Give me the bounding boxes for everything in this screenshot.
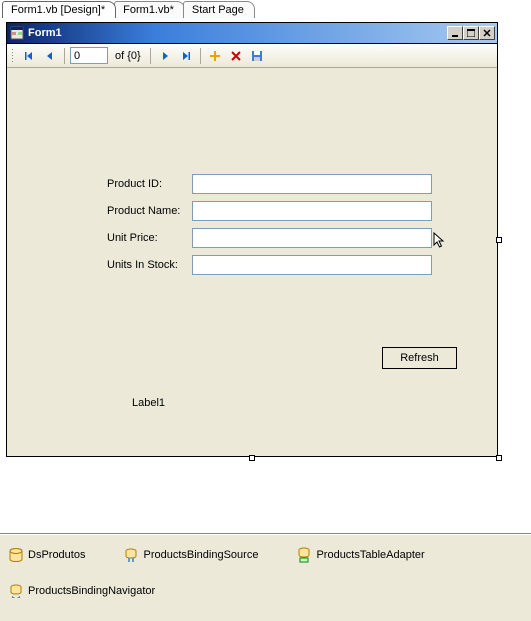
unit-price-label: Unit Price: <box>107 232 192 244</box>
field-row: Product ID: <box>107 174 432 194</box>
binding-navigator: of {0} <box>7 44 497 68</box>
tableadapter-icon <box>296 547 312 563</box>
resize-handle-bottom[interactable] <box>249 455 255 461</box>
product-id-input[interactable] <box>192 174 432 194</box>
component-label: ProductsTableAdapter <box>316 549 424 561</box>
tab-form-design[interactable]: Form1.vb [Design]* <box>2 1 116 18</box>
move-previous-button[interactable] <box>41 47 59 65</box>
units-in-stock-label: Units In Stock: <box>107 259 192 271</box>
toolbar-grip[interactable] <box>11 48 14 64</box>
component-bindingnavigator[interactable]: ProductsBindingNavigator <box>8 583 155 599</box>
component-dsprodutos[interactable]: DsProdutos <box>8 547 85 563</box>
product-name-label: Product Name: <box>107 205 192 217</box>
component-label: DsProdutos <box>28 549 85 561</box>
component-label: ProductsBindingNavigator <box>28 585 155 597</box>
move-last-button[interactable] <box>177 47 195 65</box>
form-titlebar: Form1 <box>6 22 498 44</box>
resize-handle-right[interactable] <box>496 237 502 243</box>
minimize-button[interactable] <box>447 26 463 40</box>
component-tableadapter[interactable]: ProductsTableAdapter <box>296 547 424 563</box>
position-input[interactable] <box>70 47 108 64</box>
separator <box>150 48 151 64</box>
delete-button[interactable] <box>227 47 245 65</box>
form-window: Form1 <box>6 22 498 457</box>
document-tabs: Form1.vb [Design]* Form1.vb* Start Page <box>0 0 531 18</box>
field-row: Unit Price: <box>107 228 432 248</box>
component-tray[interactable]: DsProdutos ProductsBindingSource Product… <box>0 535 531 621</box>
move-first-button[interactable] <box>20 47 38 65</box>
tab-form-code[interactable]: Form1.vb* <box>114 1 185 18</box>
form-icon <box>10 26 24 40</box>
product-name-input[interactable] <box>192 201 432 221</box>
field-row: Product Name: <box>107 201 432 221</box>
resize-handle-corner[interactable] <box>496 455 502 461</box>
dataset-icon <box>8 547 24 563</box>
component-label: ProductsBindingSource <box>143 549 258 561</box>
separator <box>64 48 65 64</box>
tab-start-page[interactable]: Start Page <box>183 1 255 18</box>
form-client-area[interactable]: of {0} <box>6 44 498 457</box>
bindingsource-icon <box>123 547 139 563</box>
separator <box>200 48 201 64</box>
design-surface[interactable]: Form1 <box>0 18 531 533</box>
titlebar-buttons <box>447 26 495 40</box>
maximize-button[interactable] <box>463 26 479 40</box>
close-button[interactable] <box>479 26 495 40</box>
form-title: Form1 <box>28 27 447 39</box>
component-bindingsource[interactable]: ProductsBindingSource <box>123 547 258 563</box>
add-new-button[interactable] <box>206 47 224 65</box>
bindingnavigator-icon <box>8 583 24 599</box>
refresh-button[interactable]: Refresh <box>382 347 457 369</box>
move-next-button[interactable] <box>156 47 174 65</box>
save-button[interactable] <box>248 47 266 65</box>
count-label: of {0} <box>111 50 145 62</box>
field-row: Units In Stock: <box>107 255 432 275</box>
unit-price-input[interactable] <box>192 228 432 248</box>
units-in-stock-input[interactable] <box>192 255 432 275</box>
product-id-label: Product ID: <box>107 178 192 190</box>
form-fields: Product ID: Product Name: Unit Price: Un… <box>107 174 432 282</box>
label1[interactable]: Label1 <box>132 397 165 409</box>
